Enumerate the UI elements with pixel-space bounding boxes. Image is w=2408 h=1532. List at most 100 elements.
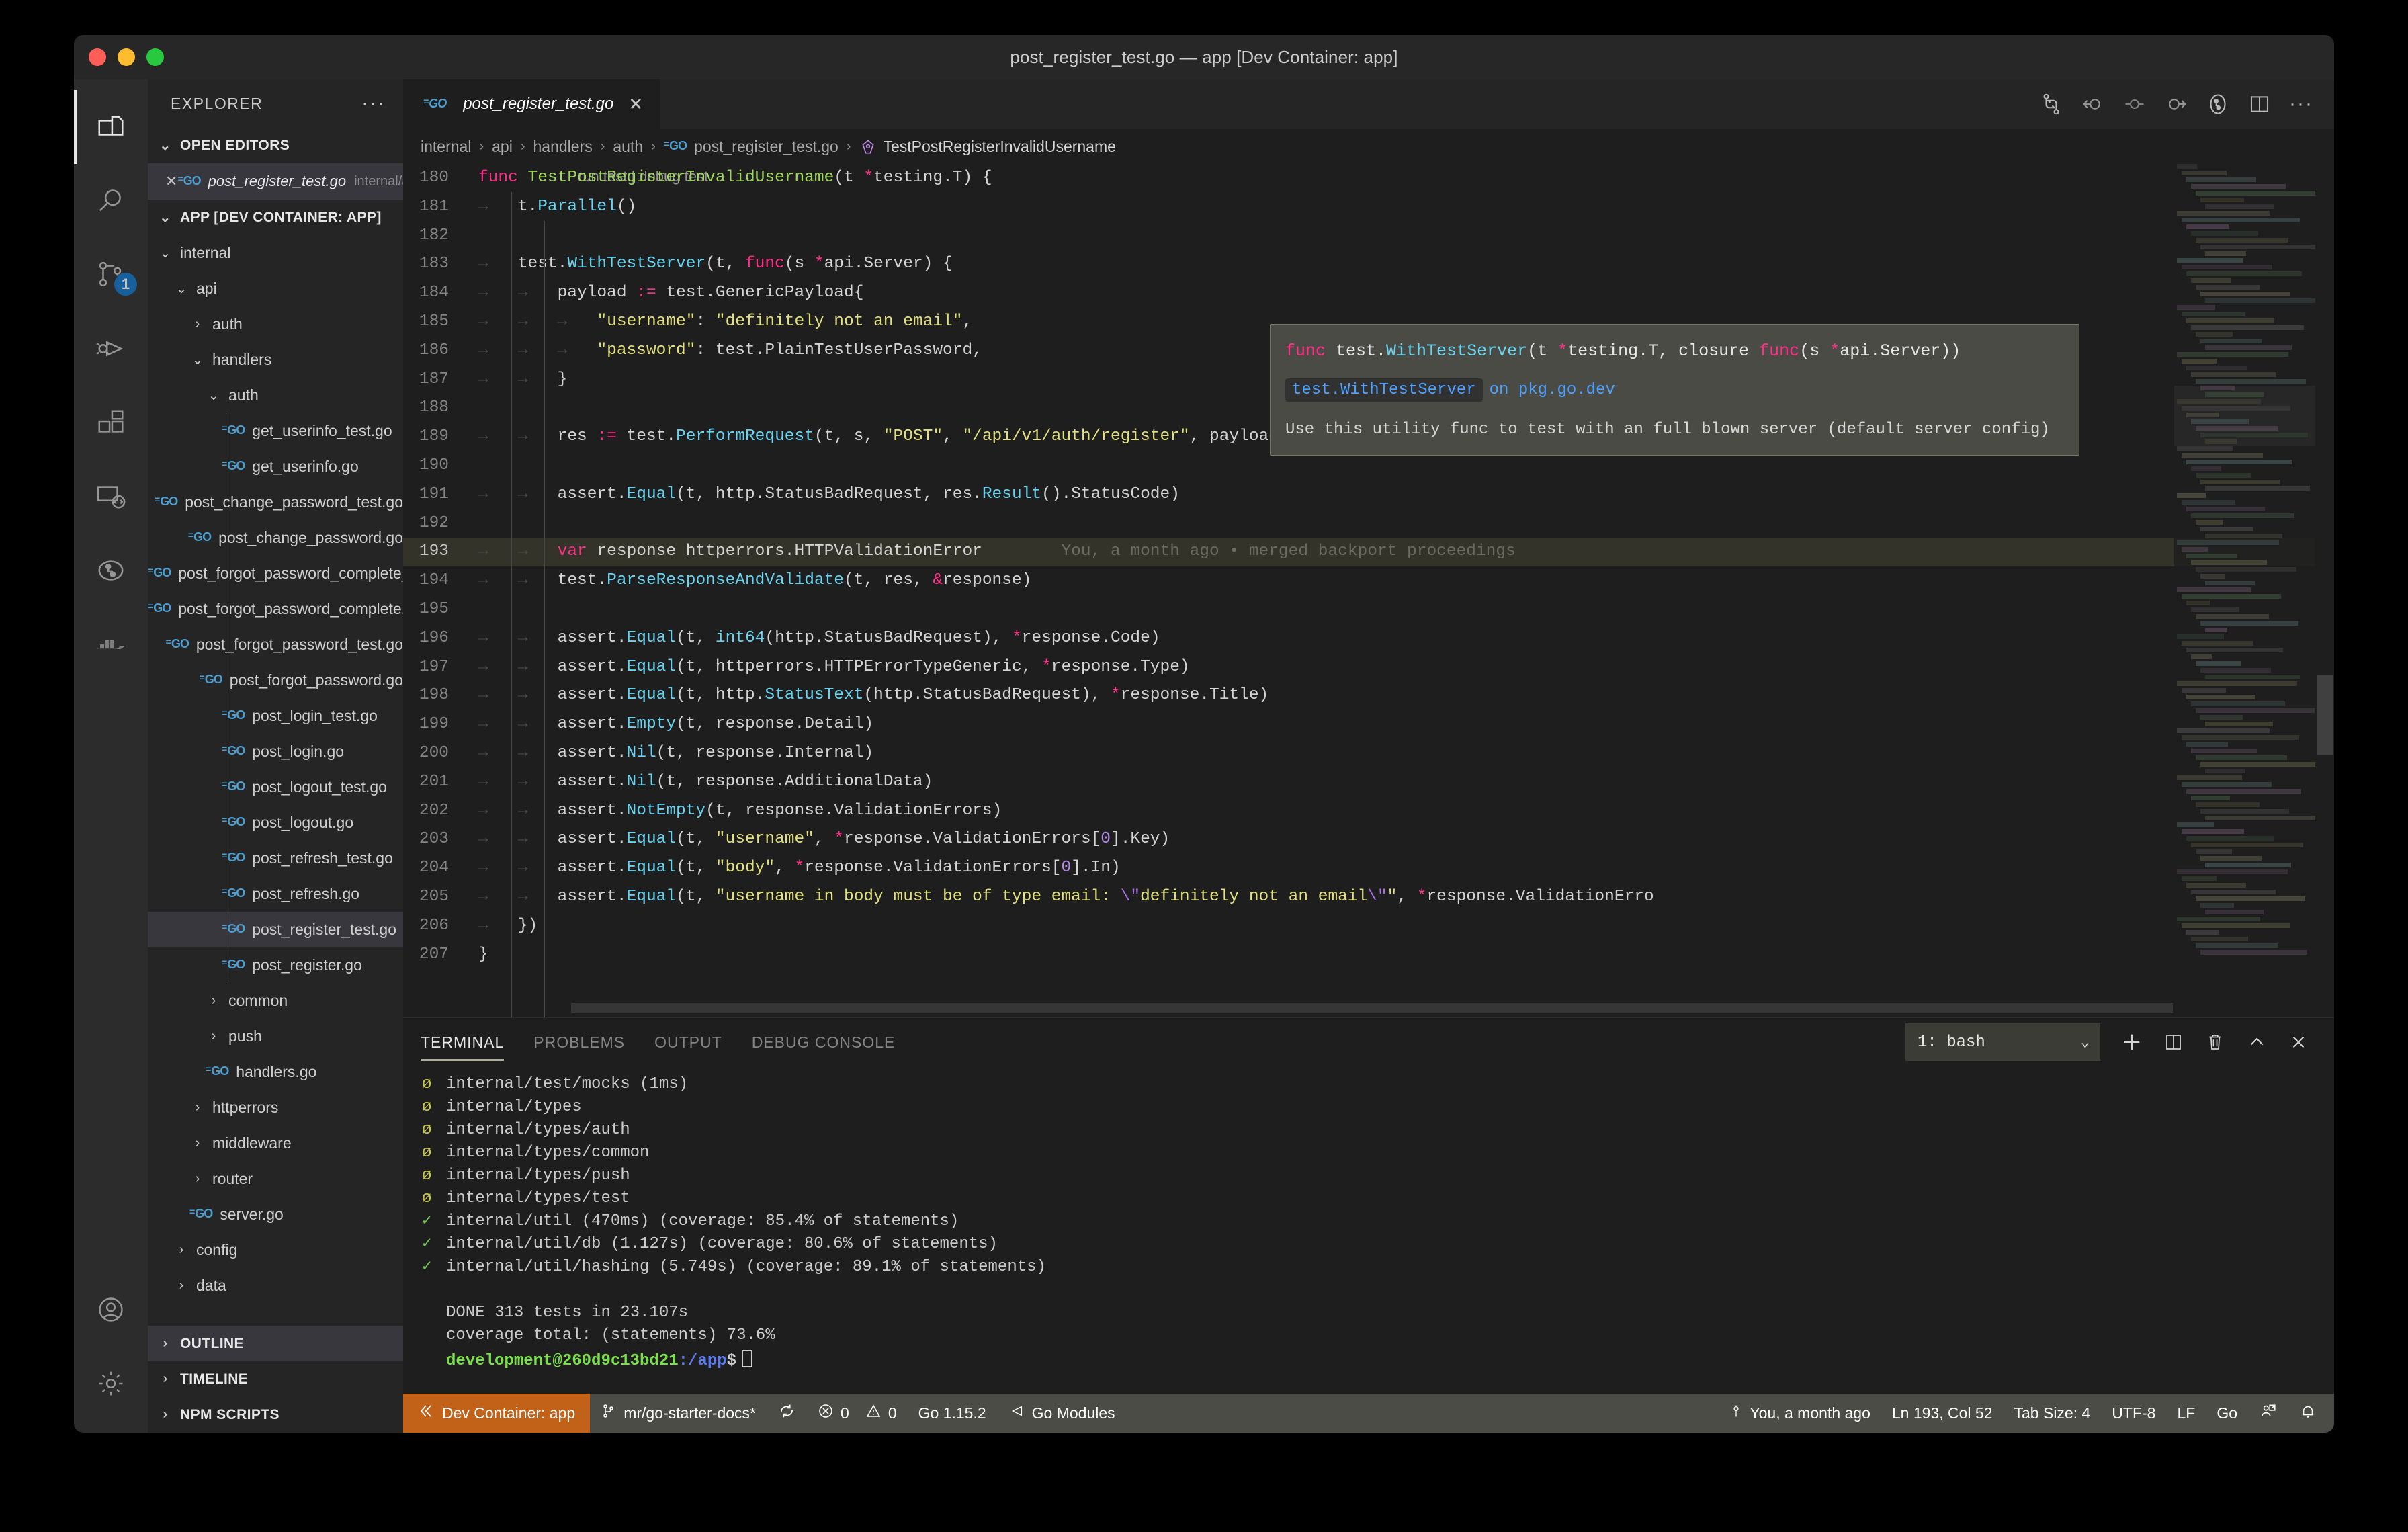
status-go-version[interactable]: Go 1.15.2: [908, 1394, 997, 1433]
status-live-share[interactable]: [2248, 1394, 2288, 1433]
split-terminal-icon[interactable]: [2153, 1021, 2194, 1063]
status-git-blame[interactable]: You, a month ago: [1719, 1394, 1881, 1433]
open-editor-item[interactable]: ✕ GO post_register_test.go internal/api/…: [148, 163, 403, 200]
tree-folder[interactable]: ›auth: [148, 306, 403, 342]
code-editor[interactable]: run test | debug test 180func TestPostRe…: [403, 164, 2334, 1017]
tree-file[interactable]: GOpost_register_test.go: [148, 912, 403, 947]
code-line[interactable]: 203→ → assert.Equal(t, "username", *resp…: [403, 825, 2334, 854]
code-line[interactable]: 204→ → assert.Equal(t, "body", *response…: [403, 854, 2334, 883]
tree-folder[interactable]: ›httperrors: [148, 1090, 403, 1125]
activity-search[interactable]: [74, 164, 148, 238]
status-indentation[interactable]: Tab Size: 4: [2004, 1394, 2102, 1433]
activity-docker[interactable]: [74, 607, 148, 681]
file-tree[interactable]: ⌄internal⌄api›auth⌄handlers⌄authGOget_us…: [148, 235, 403, 1326]
maximize-window-button[interactable]: [146, 48, 164, 66]
close-window-button[interactable]: [89, 48, 106, 66]
tree-file[interactable]: GOget_userinfo.go: [148, 449, 403, 484]
tree-file[interactable]: GOpost_change_password_test.go: [148, 484, 403, 520]
status-branch[interactable]: mr/go-starter-docs*: [590, 1394, 767, 1433]
tree-file[interactable]: GOpost_register.go: [148, 947, 403, 983]
tree-folder[interactable]: ›data: [148, 1268, 403, 1304]
tree-file[interactable]: GOpost_forgot_password.go: [148, 663, 403, 698]
section-timeline[interactable]: › TIMELINE: [148, 1361, 403, 1397]
code-content[interactable]: 180func TestPostRegisterInvalidUsername(…: [403, 164, 2334, 1017]
tree-folder[interactable]: ⌄api: [148, 271, 403, 306]
tab-debug-console[interactable]: DEBUG CONSOLE: [737, 1018, 910, 1066]
tree-folder[interactable]: ›common: [148, 983, 403, 1019]
activity-source-control[interactable]: 1: [74, 238, 148, 312]
tree-file[interactable]: GOpost_change_password.go: [148, 520, 403, 556]
activity-git-graph[interactable]: [74, 534, 148, 607]
tree-file[interactable]: GOpost_forgot_password_test.go: [148, 627, 403, 663]
breadcrumb-item[interactable]: post_register_test.go: [694, 138, 838, 156]
breadcrumb-item[interactable]: TestPostRegisterInvalidUsername: [884, 138, 1116, 156]
status-sync[interactable]: [767, 1394, 807, 1433]
new-terminal-icon[interactable]: [2111, 1021, 2153, 1063]
code-line[interactable]: 180func TestPostRegisterInvalidUsername(…: [403, 164, 2334, 193]
current-change-icon[interactable]: [2114, 79, 2155, 129]
tree-file[interactable]: GOserver.go: [148, 1197, 403, 1232]
code-line[interactable]: 191→ → assert.Equal(t, http.StatusBadReq…: [403, 480, 2334, 509]
code-line[interactable]: 193→ → var response httperrors.HTTPValid…: [403, 538, 2334, 566]
breadcrumb-item[interactable]: api: [492, 138, 513, 156]
minimap[interactable]: [2174, 164, 2315, 1017]
code-line[interactable]: 190: [403, 452, 2334, 480]
tree-file[interactable]: GOhandlers.go: [148, 1054, 403, 1090]
terminal-prompt[interactable]: development@260d9c13bd21:/app$: [422, 1347, 2334, 1370]
hover-link-chip[interactable]: test.WithTestServer: [1285, 378, 1483, 402]
kill-terminal-icon[interactable]: [2194, 1021, 2236, 1063]
maximize-panel-icon[interactable]: [2236, 1021, 2278, 1063]
tree-file[interactable]: GOpost_forgot_password_complete.go: [148, 591, 403, 627]
window-controls[interactable]: [89, 48, 164, 66]
editor-scrollbar-thumb[interactable]: [2317, 675, 2333, 755]
tree-folder[interactable]: ›config: [148, 1232, 403, 1268]
run-tests-icon[interactable]: [2030, 79, 2072, 129]
breadcrumb-item[interactable]: internal: [421, 138, 471, 156]
tab-terminal[interactable]: TERMINAL: [421, 1018, 519, 1066]
code-line[interactable]: 206→ }): [403, 912, 2334, 941]
activity-explorer[interactable]: [74, 90, 148, 164]
code-line[interactable]: 198→ → assert.Equal(t, http.StatusText(h…: [403, 681, 2334, 710]
minimize-window-button[interactable]: [118, 48, 135, 66]
tree-file[interactable]: GOpost_forgot_password_complete_test.go: [148, 556, 403, 591]
more-actions-icon[interactable]: ···: [2280, 79, 2322, 129]
section-outline[interactable]: › OUTLINE: [148, 1326, 403, 1361]
code-line[interactable]: 192: [403, 509, 2334, 538]
go-to-previous-change-icon[interactable]: [2072, 79, 2114, 129]
code-line[interactable]: 195: [403, 595, 2334, 624]
activity-extensions[interactable]: [74, 386, 148, 460]
terminal-select[interactable]: 1: bash ⌄: [1905, 1023, 2100, 1061]
code-line[interactable]: 182: [403, 222, 2334, 251]
split-editor-icon[interactable]: [2239, 79, 2280, 129]
tree-folder[interactable]: ›router: [148, 1161, 403, 1197]
status-cursor-position[interactable]: Ln 193, Col 52: [1881, 1394, 2004, 1433]
breadcrumb-item[interactable]: handlers: [533, 138, 592, 156]
tree-folder[interactable]: ›middleware: [148, 1125, 403, 1161]
terminal-output[interactable]: øinternal/test/mocks (1ms)øinternal/type…: [403, 1066, 2334, 1394]
code-line[interactable]: 197→ → assert.Equal(t, httperrors.HTTPEr…: [403, 653, 2334, 682]
status-remote-indicator[interactable]: Dev Container: app: [403, 1394, 590, 1433]
code-line[interactable]: 181→ t.Parallel(): [403, 193, 2334, 222]
tree-folder[interactable]: ⌄handlers: [148, 342, 403, 378]
close-icon[interactable]: ✕: [628, 94, 643, 115]
tree-file[interactable]: GOpost_login.go: [148, 734, 403, 769]
code-line[interactable]: 205→ → assert.Equal(t, "username in body…: [403, 883, 2334, 912]
section-workspace[interactable]: ⌄ APP [DEV CONTAINER: APP]: [148, 200, 403, 235]
status-go-modules[interactable]: Go Modules: [997, 1394, 1126, 1433]
status-eol[interactable]: LF: [2166, 1394, 2206, 1433]
breadcrumb-item[interactable]: auth: [613, 138, 643, 156]
code-line[interactable]: 194→ → test.ParseResponseAndValidate(t, …: [403, 566, 2334, 595]
close-panel-icon[interactable]: [2278, 1021, 2319, 1063]
activity-remote-explorer[interactable]: [74, 460, 148, 534]
tab-output[interactable]: OUTPUT: [640, 1018, 737, 1066]
code-line[interactable]: 199→ → assert.Empty(t, response.Detail): [403, 710, 2334, 739]
tree-file[interactable]: GOpost_login_test.go: [148, 698, 403, 734]
git-graph-icon[interactable]: [2197, 79, 2239, 129]
code-line[interactable]: 202→ → assert.NotEmpty(t, response.Valid…: [403, 797, 2334, 826]
hover-link-suffix[interactable]: on pkg.go.dev: [1490, 381, 1615, 399]
status-encoding[interactable]: UTF-8: [2101, 1394, 2166, 1433]
tree-file[interactable]: GOpost_refresh.go: [148, 876, 403, 912]
tab-problems[interactable]: PROBLEMS: [519, 1018, 640, 1066]
tree-file[interactable]: GOpost_logout_test.go: [148, 769, 403, 805]
code-line[interactable]: 201→ → assert.Nil(t, response.Additional…: [403, 768, 2334, 797]
